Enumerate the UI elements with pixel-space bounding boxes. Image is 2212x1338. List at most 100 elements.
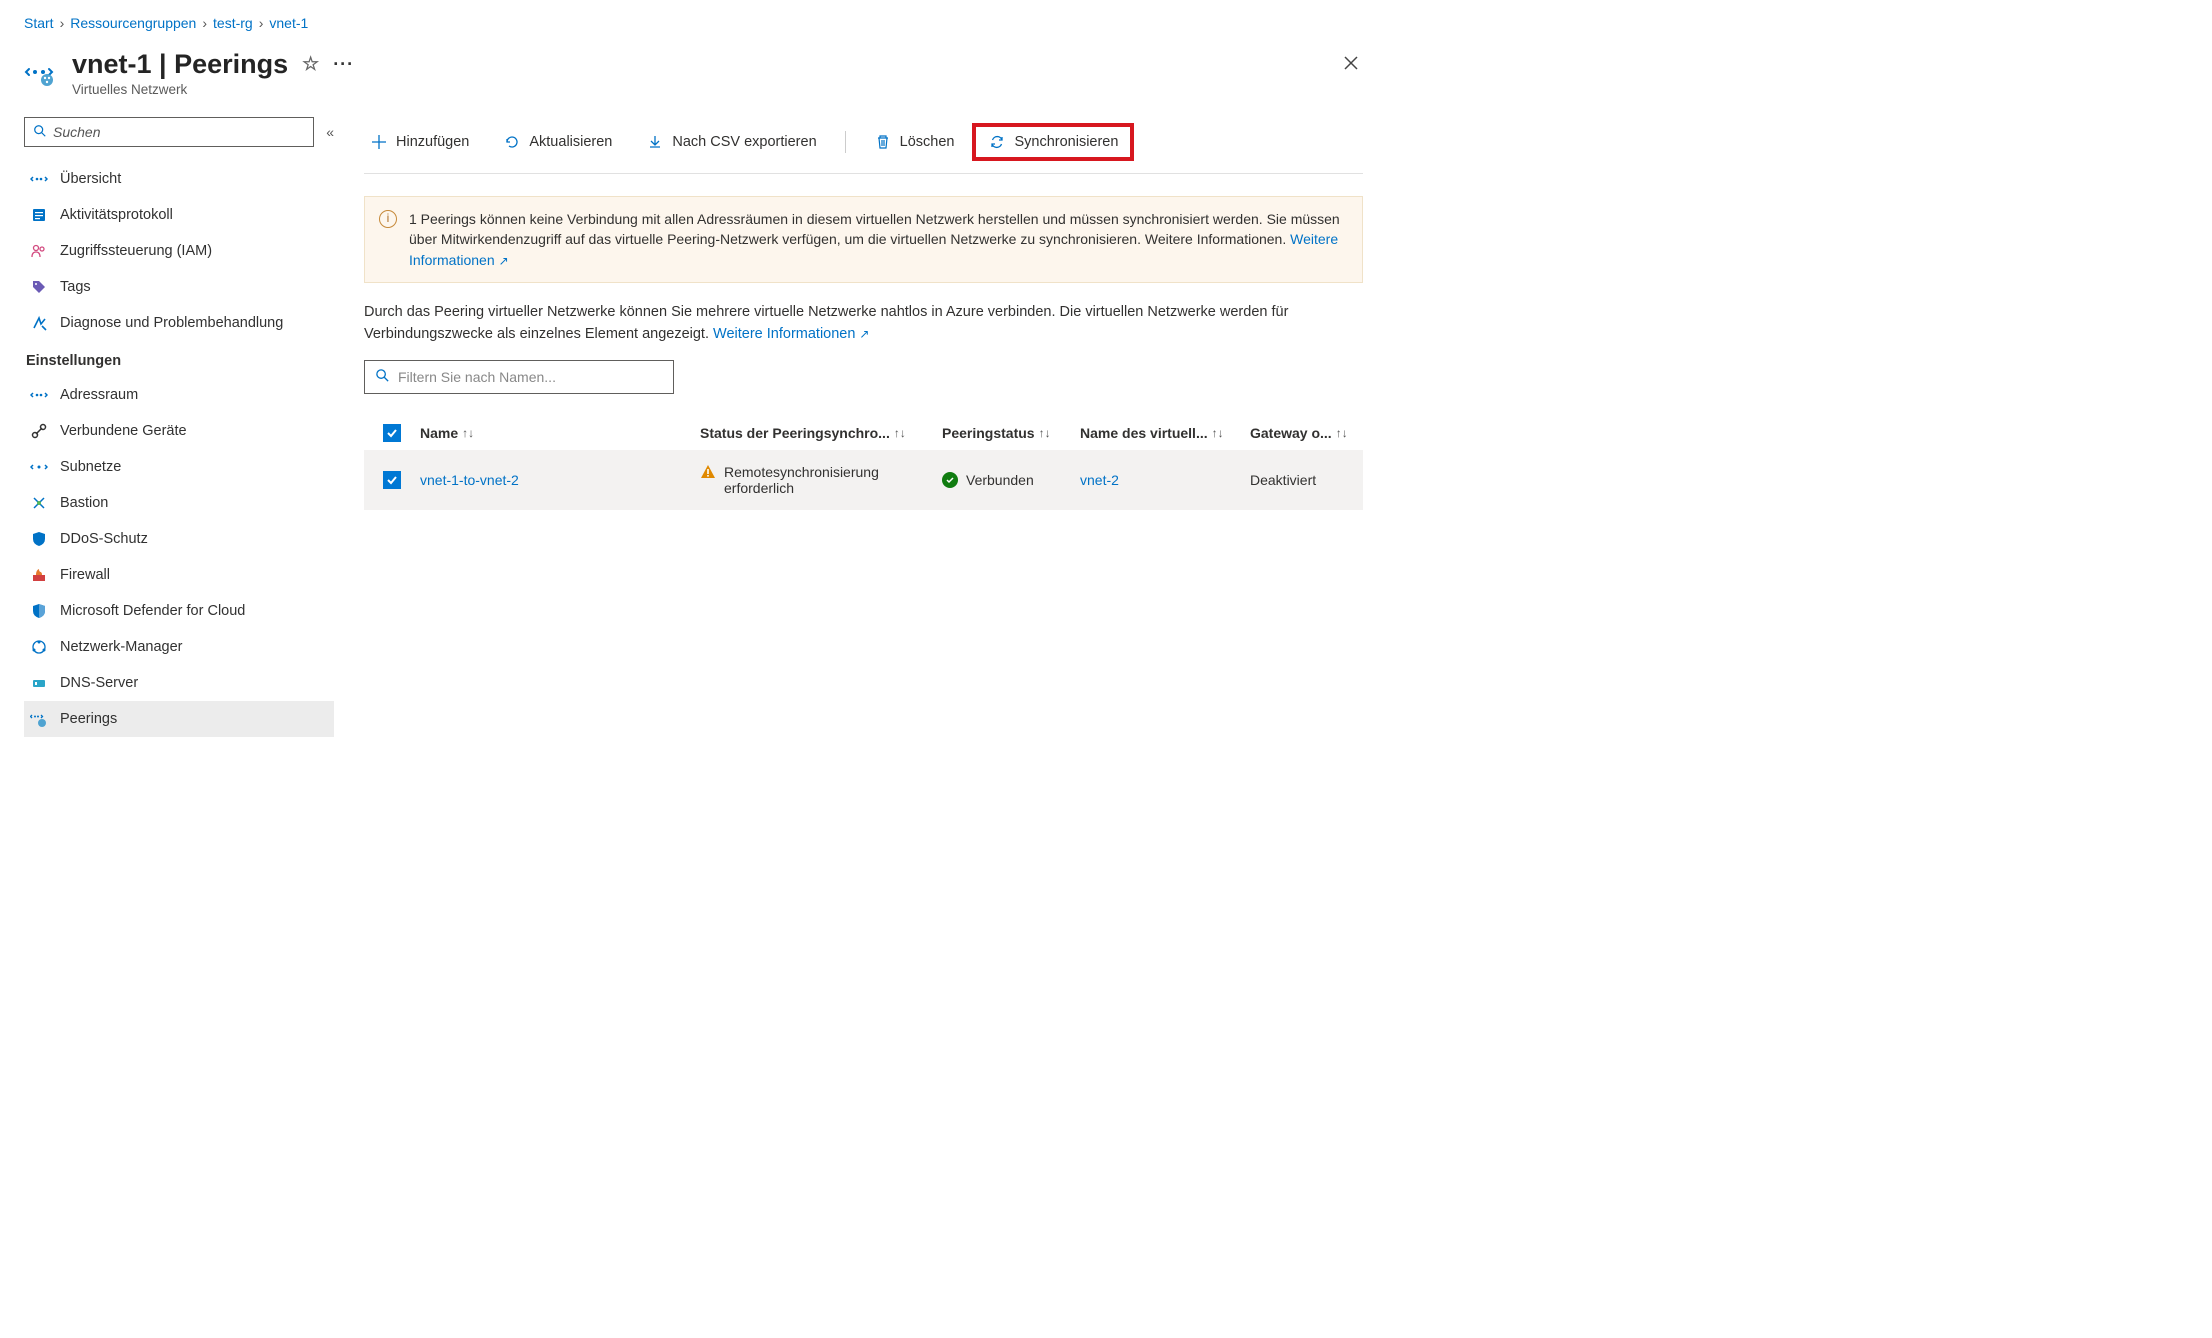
download-icon — [646, 133, 664, 151]
table-header-row: Name↑↓ Status der Peeringsynchro...↑↓ Pe… — [364, 416, 1363, 450]
nav-peerings[interactable]: Peerings — [24, 701, 334, 737]
col-header-gateway[interactable]: Gateway o...↑↓ — [1250, 425, 1363, 441]
add-button[interactable]: Hinzufügen — [364, 129, 475, 155]
success-icon — [942, 472, 958, 488]
firewall-icon — [30, 566, 48, 584]
breadcrumb-item[interactable]: Start — [24, 15, 54, 31]
address-space-icon — [30, 386, 48, 404]
external-link-icon: ↗ — [859, 327, 869, 341]
nav-ddos[interactable]: DDoS-Schutz — [24, 521, 334, 557]
breadcrumb: Start › Ressourcengruppen › test-rg › vn… — [24, 15, 1363, 31]
description: Durch das Peering virtueller Netzwerke k… — [364, 301, 1363, 346]
main-content: Hinzufügen Aktualisieren Nach CSV export… — [334, 117, 1363, 737]
remote-vnet-link[interactable]: vnet-2 — [1080, 472, 1119, 488]
sidebar-search-input[interactable] — [53, 124, 305, 140]
nav-label: Zugriffssteuerung (IAM) — [60, 243, 212, 259]
nav-label: DNS-Server — [60, 675, 138, 691]
row-checkbox[interactable] — [383, 471, 401, 489]
sync-status-text: Remotesynchronisierung erforderlich — [724, 464, 932, 496]
nav-label: Verbundene Geräte — [60, 423, 187, 439]
favorite-star-icon[interactable]: ☆ — [302, 53, 319, 76]
chevron-right-icon: › — [202, 15, 207, 31]
nav-bastion[interactable]: Bastion — [24, 485, 334, 521]
nav-label: Microsoft Defender for Cloud — [60, 603, 245, 619]
delete-button[interactable]: Löschen — [868, 129, 961, 155]
access-control-icon — [30, 242, 48, 260]
nav-label: Netzwerk-Manager — [60, 639, 183, 655]
peering-status-text: Verbunden — [966, 472, 1034, 488]
nav-label: Übersicht — [60, 171, 121, 187]
warning-icon — [700, 464, 716, 483]
col-header-remote-vnet[interactable]: Name des virtuell...↑↓ — [1080, 425, 1250, 441]
nav-activity-log[interactable]: Aktivitätsprotokoll — [24, 197, 334, 233]
shield-icon — [30, 530, 48, 548]
nav-section-settings: Einstellungen — [24, 341, 334, 377]
defender-icon — [30, 602, 48, 620]
nav-label: Diagnose und Problembehandlung — [60, 315, 283, 331]
col-header-name[interactable]: Name↑↓ — [420, 425, 700, 441]
description-link[interactable]: Weitere Informationen↗ — [713, 326, 869, 342]
nav-subnets[interactable]: Subnetze — [24, 449, 334, 485]
sync-button-highlight: Synchronisieren — [972, 123, 1134, 161]
chevron-right-icon: › — [60, 15, 65, 31]
nav-tags[interactable]: Tags — [24, 269, 334, 305]
filter-box[interactable] — [364, 360, 674, 394]
resource-type-label: Virtuelles Netzwerk — [72, 82, 354, 97]
plus-icon — [370, 133, 388, 151]
collapse-sidebar-icon[interactable]: « — [326, 124, 334, 140]
nav-label: Subnetze — [60, 459, 121, 475]
info-icon: i — [379, 210, 397, 228]
col-header-sync-status[interactable]: Status der Peeringsynchro...↑↓ — [700, 425, 942, 441]
nav-defender[interactable]: Microsoft Defender for Cloud — [24, 593, 334, 629]
external-link-icon: ↗ — [499, 254, 509, 268]
peerings-icon — [30, 710, 48, 728]
nav-address-space[interactable]: Adressraum — [24, 377, 334, 413]
select-all-checkbox[interactable] — [383, 424, 401, 442]
diagnose-icon — [30, 314, 48, 332]
toolbar: Hinzufügen Aktualisieren Nach CSV export… — [364, 117, 1363, 174]
toolbar-separator — [845, 131, 846, 153]
network-manager-icon — [30, 638, 48, 656]
sort-icon[interactable]: ↑↓ — [1212, 426, 1224, 440]
more-menu-icon[interactable]: ··· — [333, 54, 354, 75]
nav-label: Aktivitätsprotokoll — [60, 207, 173, 223]
sidebar-search[interactable] — [24, 117, 314, 147]
dns-icon — [30, 674, 48, 692]
nav-network-manager[interactable]: Netzwerk-Manager — [24, 629, 334, 665]
sort-icon[interactable]: ↑↓ — [1039, 426, 1051, 440]
nav-overview[interactable]: Übersicht — [24, 161, 334, 197]
sync-button[interactable]: Synchronisieren — [982, 129, 1124, 155]
bastion-icon — [30, 494, 48, 512]
connected-devices-icon — [30, 422, 48, 440]
peering-name-link[interactable]: vnet-1-to-vnet-2 — [420, 472, 519, 488]
nav-label: Bastion — [60, 495, 108, 511]
nav-diagnose[interactable]: Diagnose und Problembehandlung — [24, 305, 334, 341]
breadcrumb-item[interactable]: test-rg — [213, 15, 253, 31]
refresh-button[interactable]: Aktualisieren — [497, 129, 618, 155]
nav-dns[interactable]: DNS-Server — [24, 665, 334, 701]
nav-access-control[interactable]: Zugriffssteuerung (IAM) — [24, 233, 334, 269]
filter-input[interactable] — [398, 369, 663, 385]
export-csv-button[interactable]: Nach CSV exportieren — [640, 129, 822, 155]
nav-connected-devices[interactable]: Verbundene Geräte — [24, 413, 334, 449]
breadcrumb-item[interactable]: Ressourcengruppen — [70, 15, 196, 31]
activity-log-icon — [30, 206, 48, 224]
gateway-text: Deaktiviert — [1250, 472, 1316, 488]
nav-firewall[interactable]: Firewall — [24, 557, 334, 593]
table-row[interactable]: vnet-1-to-vnet-2 Remotesynchronisierung … — [364, 450, 1363, 510]
nav-label: Peerings — [60, 711, 117, 727]
info-banner: i 1 Peerings können keine Verbindung mit… — [364, 196, 1363, 283]
sort-icon[interactable]: ↑↓ — [1336, 426, 1348, 440]
search-icon — [375, 368, 390, 386]
sidebar: « Übersicht Aktivitätsprotokoll — [24, 117, 334, 737]
sync-icon — [988, 133, 1006, 151]
sort-icon[interactable]: ↑↓ — [462, 426, 474, 440]
sort-icon[interactable]: ↑↓ — [894, 426, 906, 440]
vnet-icon — [30, 170, 48, 188]
nav-label: Firewall — [60, 567, 110, 583]
col-header-peering-status[interactable]: Peeringstatus↑↓ — [942, 425, 1080, 441]
nav-label: Adressraum — [60, 387, 138, 403]
close-button[interactable] — [1339, 49, 1363, 83]
nav-label: DDoS-Schutz — [60, 531, 148, 547]
breadcrumb-item[interactable]: vnet-1 — [269, 15, 308, 31]
